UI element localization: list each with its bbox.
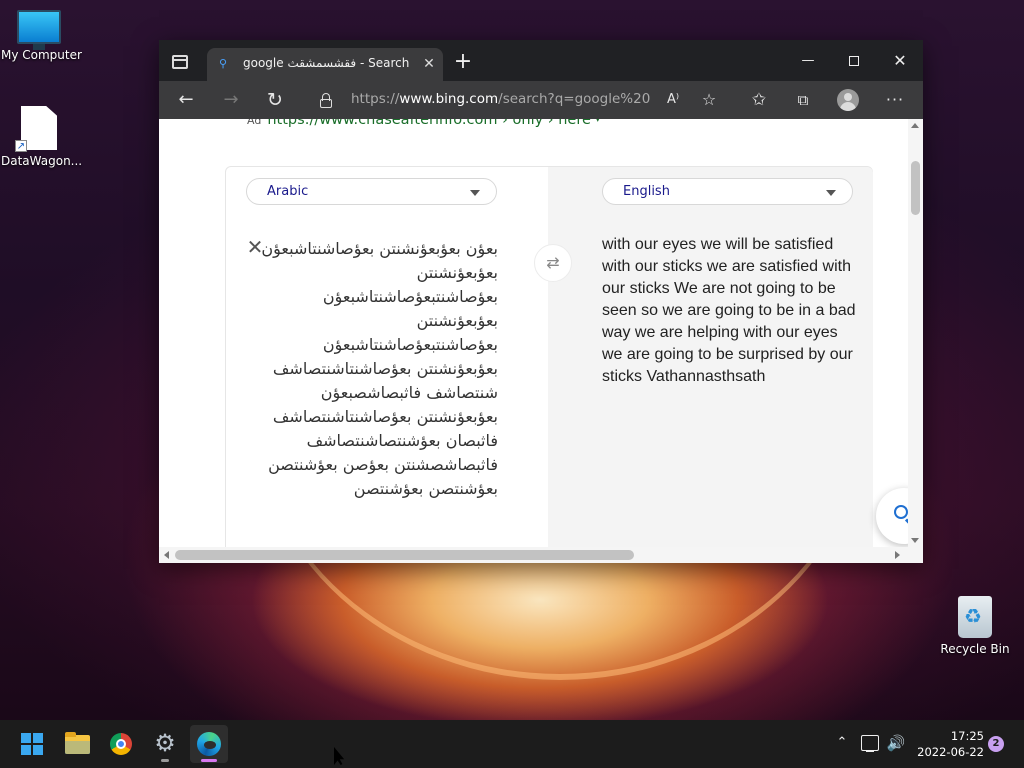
favorites-icon[interactable]: ✩ xyxy=(747,89,771,111)
maximize-icon xyxy=(849,56,859,66)
add-favorite-icon[interactable]: ☆ xyxy=(697,89,721,111)
address-bar[interactable]: https://www.bing.com/search?q=google%20.… xyxy=(351,91,651,109)
collections-icon[interactable]: ⧉ xyxy=(791,89,815,111)
active-indicator xyxy=(201,759,217,762)
computer-icon xyxy=(17,10,61,50)
volume-icon[interactable]: 🔊 xyxy=(886,733,906,753)
translated-text: with our eyes we will be satisfied with … xyxy=(602,236,856,385)
dropdown-arrow-icon xyxy=(826,190,836,196)
minimize-button[interactable]: — xyxy=(793,50,823,72)
refresh-button[interactable]: ↻ xyxy=(263,89,287,111)
settings-button[interactable]: ⚙ xyxy=(146,725,184,763)
shortcut-arrow-icon: ↗ xyxy=(15,140,27,152)
tab-close-icon[interactable]: ✕ xyxy=(421,56,437,72)
target-language-select[interactable]: English xyxy=(602,178,853,205)
horizontal-scrollbar[interactable] xyxy=(159,547,923,563)
read-aloud-icon[interactable]: A⁾ xyxy=(661,89,685,111)
ad-label: Ad xyxy=(247,119,262,127)
desktop-icon-recycle-bin[interactable]: Recycle Bin xyxy=(937,596,1013,656)
url-scheme: https:// xyxy=(351,91,400,107)
tab-title: google فقشسمشقث - Search xyxy=(243,56,410,70)
profile-avatar[interactable] xyxy=(837,89,859,111)
desktop-icon-label: Recycle Bin xyxy=(940,642,1010,656)
desktop-icon-datawagon[interactable]: ↗ DataWagon... xyxy=(1,106,83,168)
running-indicator xyxy=(161,759,169,762)
file-explorer-button[interactable] xyxy=(58,725,96,763)
search-icon: ⚲ xyxy=(219,57,228,70)
tab-actions-icon[interactable] xyxy=(172,55,188,69)
start-button[interactable] xyxy=(14,725,52,763)
edge-icon xyxy=(197,732,221,756)
ad-url[interactable]: https://www.chaseafterinfo.com › only › … xyxy=(267,119,591,128)
more-menu-icon[interactable]: ··· xyxy=(883,89,907,111)
source-text-input[interactable]: بعؤن بعؤبعؤنشنتن بعؤصاشنتاشبعؤن بعؤبعؤنش… xyxy=(261,237,498,547)
new-tab-button[interactable]: + xyxy=(453,51,473,73)
dropdown-arrow-icon xyxy=(470,190,480,196)
network-icon[interactable] xyxy=(861,735,879,752)
translator-widget: Arabic English ⇄ ✕ بعؤن بعؤبعؤنشنتن بعؤص… xyxy=(225,166,908,547)
target-language-value: English xyxy=(623,184,670,199)
source-language-select[interactable]: Arabic xyxy=(246,178,497,205)
chrome-icon xyxy=(110,733,132,755)
title-bar: ⚲ google فقشسمشقث - Search ✕ + — ✕ xyxy=(159,40,923,81)
search-icon xyxy=(894,505,908,519)
ad-url-line[interactable]: Ad https://www.chaseafterinfo.com › only … xyxy=(247,119,600,128)
chrome-button[interactable] xyxy=(102,725,140,763)
url-path: /search?q=google%20...ف xyxy=(498,91,651,107)
page-content: Ad https://www.chaseafterinfo.com › only … xyxy=(159,119,908,547)
gear-icon: ⚙ xyxy=(154,729,176,757)
notification-badge[interactable]: 2 xyxy=(988,736,1004,752)
show-hidden-icons-button[interactable]: ⌃ xyxy=(834,735,850,751)
search-translation-button[interactable] xyxy=(876,488,908,544)
chevron-down-icon[interactable]: ▾ xyxy=(596,119,601,125)
desktop-icon-label: My Computer xyxy=(1,48,82,62)
lock-icon[interactable] xyxy=(319,93,333,108)
source-language-value: Arabic xyxy=(267,184,309,199)
vertical-scrollbar[interactable] xyxy=(908,119,923,547)
forward-button[interactable]: → xyxy=(219,89,243,111)
browser-toolbar: ← → ↻ https://www.bing.com/search?q=goog… xyxy=(159,81,923,119)
recycle-bin-icon xyxy=(958,596,992,638)
tab-bing-search[interactable]: ⚲ google فقشسمشقث - Search ✕ xyxy=(207,48,443,81)
maximize-button[interactable] xyxy=(839,50,869,72)
browser-window: ⚲ google فقشسمشقث - Search ✕ + — ✕ ← → ↻… xyxy=(159,40,923,563)
desktop-icon-label: DataWagon... xyxy=(1,154,83,168)
swap-languages-button[interactable]: ⇄ xyxy=(534,244,572,282)
close-window-button[interactable]: ✕ xyxy=(885,50,915,72)
clock-date: 2022-06-22 xyxy=(917,745,984,759)
system-clock[interactable]: 17:25 2022-06-22 xyxy=(912,728,984,760)
folder-icon xyxy=(65,732,90,754)
desktop-icon-my-computer[interactable]: My Computer xyxy=(1,10,82,62)
edge-button[interactable] xyxy=(190,725,228,763)
back-button[interactable]: ← xyxy=(174,89,198,111)
clock-time: 17:25 xyxy=(950,729,984,743)
url-host: www.bing.com xyxy=(399,91,499,107)
